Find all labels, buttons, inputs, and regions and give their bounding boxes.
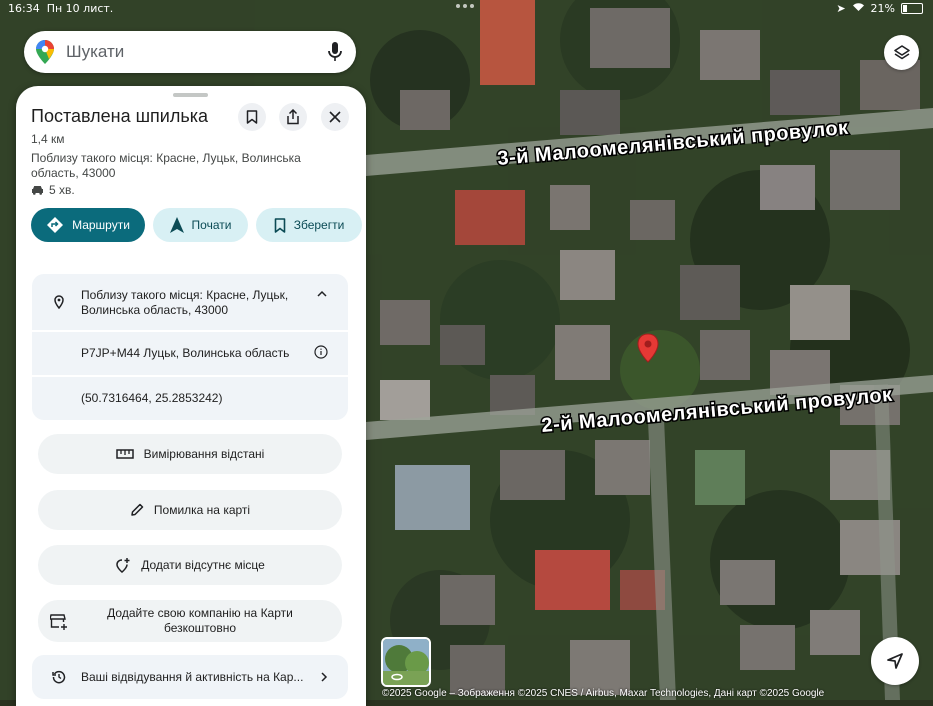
status-time-date: 16:34 Пн 10 лист.: [8, 2, 113, 15]
routes-label: Маршрути: [72, 218, 130, 232]
drive-time-text: 5 хв.: [49, 183, 75, 197]
add-place-label: Додати відсутнє місце: [141, 557, 265, 572]
routes-button[interactable]: Маршрути: [31, 208, 145, 242]
save-button[interactable]: Зберегти: [256, 208, 362, 242]
status-right: ➤ 21%: [836, 2, 923, 15]
wifi-icon: [852, 2, 865, 15]
visits-activity-row[interactable]: Ваші відвідування й активність на Кар...: [32, 655, 348, 699]
navigation-arrow-icon: [169, 217, 184, 233]
add-missing-place-button[interactable]: Додати відсутнє місце: [38, 545, 342, 585]
place-panel: Поставлена шпилька 1,4 км Поблизу такого…: [16, 86, 366, 706]
detail-row-address[interactable]: Поблизу такого місця: Красне, Луцьк, Вол…: [32, 274, 348, 332]
drive-time: 5 хв.: [31, 183, 75, 197]
chevron-right-icon: [321, 672, 328, 682]
detail-address-text: Поблизу такого місця: Красне, Луцьк, Вол…: [81, 288, 289, 317]
map-attribution: ©2025 Google – Зображення ©2025 CNES / A…: [382, 688, 825, 699]
multitask-dots-icon[interactable]: [456, 4, 474, 8]
start-button[interactable]: Почати: [153, 208, 248, 242]
place-near: Поблизу такого місця: Красне, Луцьк, Вол…: [31, 151, 301, 180]
start-label: Почати: [191, 218, 232, 232]
add-business-label: Додайте свою компанію на Карти безкоштов…: [107, 606, 293, 635]
search-bar[interactable]: [24, 31, 356, 73]
bookmark-button[interactable]: [238, 103, 266, 131]
google-maps-pin-icon: [36, 40, 54, 64]
share-button[interactable]: [279, 103, 307, 131]
chevron-up-icon[interactable]: [317, 290, 327, 297]
place-title: Поставлена шпилька: [31, 106, 209, 126]
visits-activity-label: Ваші відвідування й активність на Кар...: [81, 670, 304, 684]
bookmark-icon: [274, 217, 286, 233]
location-pin-icon: [54, 295, 64, 309]
detail-row-plus-code[interactable]: P7JP+M44 Луцьк, Волинська область: [32, 332, 348, 377]
detail-plus-code-text: P7JP+M44 Луцьк, Волинська область: [81, 346, 290, 360]
detail-row-coordinates[interactable]: (50.7316464, 25.2853242): [32, 377, 348, 420]
report-map-error-button[interactable]: Помилка на карті: [38, 490, 342, 530]
add-location-icon: [116, 558, 130, 573]
report-label: Помилка на карті: [153, 502, 251, 517]
ruler-icon: [115, 449, 134, 459]
status-bar: 16:34 Пн 10 лист. ➤ 21%: [0, 0, 933, 18]
directions-icon: [47, 217, 64, 233]
place-distance: 1,4 км: [31, 132, 65, 146]
car-icon: [32, 186, 43, 195]
battery-icon: [901, 3, 923, 14]
bookmark-icon: [246, 110, 258, 124]
microphone-icon[interactable]: [328, 42, 342, 62]
info-icon[interactable]: [314, 345, 328, 359]
navigation-arrow-icon: [887, 653, 903, 669]
add-business-button[interactable]: Додайте свою компанію на Карти безкоштов…: [38, 600, 342, 642]
place-details-card: Поблизу такого місця: Красне, Луцьк, Вол…: [32, 274, 348, 420]
drag-handle[interactable]: [173, 93, 208, 97]
history-icon: [52, 670, 66, 684]
layers-icon: [893, 44, 910, 59]
close-button[interactable]: [321, 103, 349, 131]
status-time: 16:34: [8, 2, 40, 15]
navigation-button[interactable]: [871, 637, 919, 685]
street-view-photo-icon: [383, 639, 429, 685]
layers-button[interactable]: [884, 35, 919, 70]
measure-label: Вимірювання відстані: [143, 446, 265, 461]
street-view-thumbnail[interactable]: [381, 637, 431, 687]
detail-coords-text: (50.7316464, 25.2853242): [81, 391, 223, 405]
battery-percent: 21%: [870, 2, 895, 15]
close-icon: [329, 111, 341, 123]
location-arrow-icon: ➤: [836, 2, 846, 15]
save-label: Зберегти: [293, 218, 345, 232]
pencil-icon: [131, 503, 144, 516]
status-date: Пн 10 лист.: [46, 2, 114, 15]
share-icon: [287, 109, 299, 125]
add-business-icon: [50, 614, 67, 630]
search-input[interactable]: [64, 41, 318, 63]
measure-distance-button[interactable]: Вимірювання відстані: [38, 434, 342, 474]
